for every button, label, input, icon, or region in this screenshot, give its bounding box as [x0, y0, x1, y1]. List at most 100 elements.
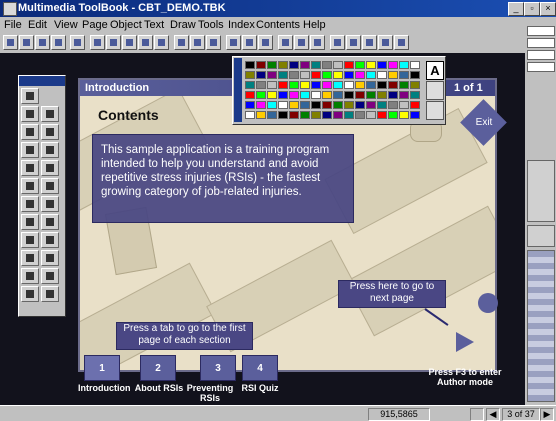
- color-swatch[interactable]: [311, 91, 321, 99]
- grid-icon[interactable]: [258, 35, 273, 50]
- debug-icon[interactable]: [294, 35, 309, 50]
- text-tool-icon[interactable]: [41, 214, 59, 230]
- menu-file[interactable]: File: [4, 19, 22, 31]
- color-swatch[interactable]: [344, 101, 354, 109]
- menu-help[interactable]: Help: [303, 19, 326, 31]
- color-swatch[interactable]: [344, 111, 354, 119]
- color-swatch[interactable]: [355, 91, 365, 99]
- angled-line-tool-icon[interactable]: [41, 232, 59, 248]
- select-tool-icon[interactable]: [21, 106, 39, 122]
- color-swatch[interactable]: [245, 91, 255, 99]
- color-swatch[interactable]: [289, 81, 299, 89]
- color-swatch[interactable]: [245, 111, 255, 119]
- menu-object[interactable]: Object: [110, 19, 142, 31]
- color-swatch[interactable]: [289, 111, 299, 119]
- line-ends-panel[interactable]: [527, 160, 555, 222]
- radio-tool-icon[interactable]: [21, 142, 39, 158]
- picture-tool-icon[interactable]: [41, 178, 59, 194]
- combo-tool-icon[interactable]: [21, 178, 39, 194]
- menu-tools[interactable]: Tools: [198, 19, 224, 31]
- color-swatch[interactable]: [289, 91, 299, 99]
- scroll-arrows-icon[interactable]: [527, 225, 555, 247]
- color-swatch[interactable]: [355, 71, 365, 79]
- color-swatch-grid[interactable]: [245, 61, 425, 121]
- script-icon[interactable]: [106, 35, 121, 50]
- menu-view[interactable]: View: [54, 19, 78, 31]
- color-swatch[interactable]: [410, 101, 420, 109]
- new-book-icon[interactable]: [3, 35, 18, 50]
- color-swatch[interactable]: [267, 91, 277, 99]
- previous-page-button[interactable]: ◀: [486, 408, 500, 421]
- next-page-icon[interactable]: [190, 35, 205, 50]
- color-swatch[interactable]: [245, 61, 255, 69]
- color-swatch[interactable]: [355, 81, 365, 89]
- color-swatch[interactable]: [399, 101, 409, 109]
- color-swatch[interactable]: [278, 101, 288, 109]
- menu-index[interactable]: Index: [228, 19, 255, 31]
- color-swatch[interactable]: [333, 61, 343, 69]
- color-swatch[interactable]: [366, 61, 376, 69]
- color-swatch[interactable]: [388, 101, 398, 109]
- copy-icon[interactable]: [51, 35, 66, 50]
- color-swatch[interactable]: [399, 111, 409, 119]
- rectangle-tool-icon[interactable]: [21, 268, 39, 284]
- color-swatch[interactable]: [344, 71, 354, 79]
- color-swatch[interactable]: [355, 111, 365, 119]
- button-tool-icon[interactable]: [21, 124, 39, 140]
- color-swatch[interactable]: [245, 81, 255, 89]
- menu-text[interactable]: Text: [144, 19, 164, 31]
- color-swatch[interactable]: [410, 111, 420, 119]
- menu-page[interactable]: Page: [82, 19, 108, 31]
- zoom-tool-icon[interactable]: [41, 106, 59, 122]
- minimize-button[interactable]: _: [508, 2, 524, 16]
- color-swatch[interactable]: [366, 71, 376, 79]
- color-swatch[interactable]: [410, 71, 420, 79]
- checkbox-tool-icon[interactable]: [41, 142, 59, 158]
- color-swatch[interactable]: [377, 111, 387, 119]
- color-swatch[interactable]: [245, 71, 255, 79]
- close-button[interactable]: ×: [540, 2, 556, 16]
- color-swatch[interactable]: [410, 61, 420, 69]
- palette-lines-icon[interactable]: [362, 35, 377, 50]
- field-tool-icon[interactable]: [41, 124, 59, 140]
- color-swatch[interactable]: [333, 101, 343, 109]
- command-window-icon[interactable]: [278, 35, 293, 50]
- color-swatch[interactable]: [388, 71, 398, 79]
- list-tool-icon[interactable]: [21, 196, 39, 212]
- palette-tools-icon[interactable]: [330, 35, 345, 50]
- color-swatch[interactable]: [399, 71, 409, 79]
- color-swatch[interactable]: [399, 91, 409, 99]
- color-swatch[interactable]: [278, 91, 288, 99]
- color-swatch[interactable]: [267, 71, 277, 79]
- color-swatch[interactable]: [278, 111, 288, 119]
- color-swatch[interactable]: [366, 111, 376, 119]
- previous-page-icon[interactable]: [174, 35, 189, 50]
- color-swatch[interactable]: [311, 81, 321, 89]
- color-swatch[interactable]: [267, 81, 277, 89]
- color-swatch[interactable]: [278, 71, 288, 79]
- save-icon[interactable]: [19, 35, 34, 50]
- color-swatch[interactable]: [344, 61, 354, 69]
- polygon-tool-icon[interactable]: [41, 286, 59, 302]
- color-swatch[interactable]: [322, 91, 332, 99]
- color-swatch[interactable]: [245, 101, 255, 109]
- palette-patterns-icon[interactable]: [378, 35, 393, 50]
- tab-rsi-quiz[interactable]: 4: [242, 355, 278, 381]
- color-swatch[interactable]: [322, 71, 332, 79]
- color-swatch[interactable]: [377, 71, 387, 79]
- foreground-icon[interactable]: [138, 35, 153, 50]
- color-swatch[interactable]: [366, 91, 376, 99]
- color-swatch[interactable]: [366, 101, 376, 109]
- next-page-button[interactable]: ▶: [540, 408, 554, 421]
- color-swatch[interactable]: [300, 81, 310, 89]
- color-swatch[interactable]: [311, 111, 321, 119]
- color-swatch[interactable]: [366, 81, 376, 89]
- fill-bucket-icon[interactable]: [426, 81, 444, 100]
- record-field-tool-icon[interactable]: [41, 196, 59, 212]
- first-page-icon[interactable]: [206, 35, 221, 50]
- menu-edit[interactable]: Edit: [28, 19, 47, 31]
- text-color-icon[interactable]: A: [426, 61, 444, 80]
- app-icon[interactable]: [3, 2, 17, 16]
- color-swatch[interactable]: [300, 61, 310, 69]
- color-swatch[interactable]: [399, 81, 409, 89]
